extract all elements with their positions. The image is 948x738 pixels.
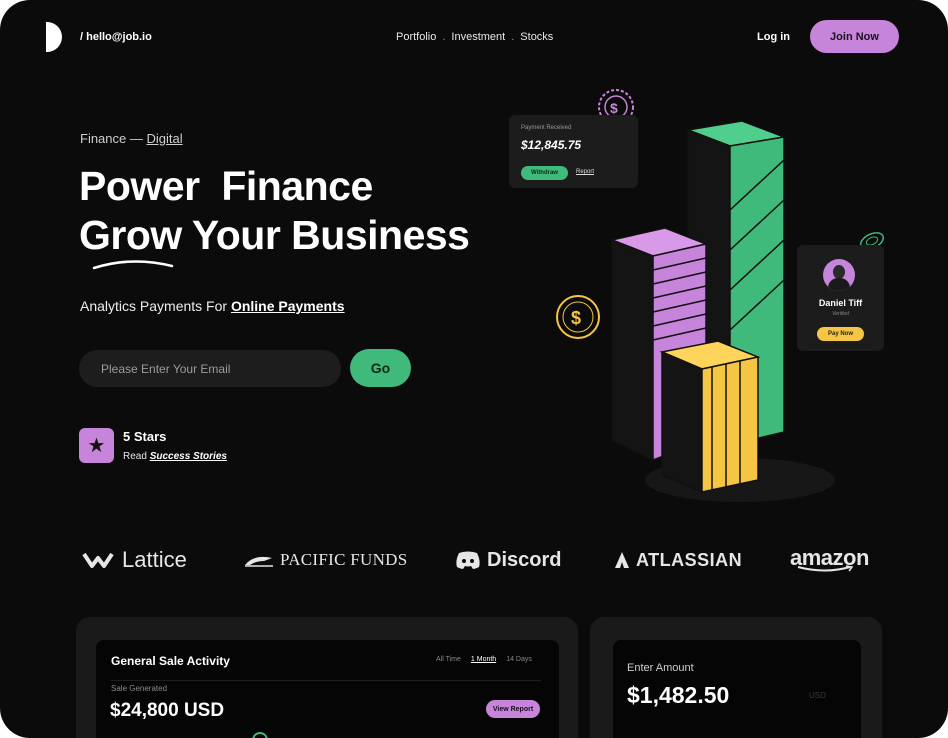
amount-value[interactable]: $1,482.50 [627, 682, 729, 709]
amazon-logo: amazon [790, 540, 869, 580]
pay-now-button[interactable]: Pay Now [817, 327, 864, 341]
sale-amount: $24,800 USD [110, 700, 225, 721]
currency-label: USD [809, 691, 826, 700]
pacific-funds-logo: PACIFIC FUNDS [244, 540, 408, 580]
avatar-body [828, 278, 850, 291]
atlassian-logo: ATLASSIAN [614, 540, 742, 580]
profile-card: Daniel Tiff Verified Pay Now [797, 245, 884, 351]
divider [111, 680, 541, 681]
lattice-logo-text: Lattice [122, 547, 187, 572]
discord-mark-icon [456, 551, 480, 569]
avatar [823, 259, 855, 291]
amazon-smile-icon [797, 564, 854, 571]
svg-text:$: $ [571, 308, 581, 328]
enter-amount-label: Enter Amount [627, 662, 694, 674]
partner-logos: Lattice PACIFIC FUNDS Discord ATLASSIAN [0, 540, 948, 580]
payment-received-card: Payment Received $12,845.75 Withdraw Rep… [509, 115, 638, 188]
filter-1-month[interactable]: 1 Month [471, 656, 496, 663]
page-frame: / hello@job.io Portfolio . Investment . … [0, 0, 948, 738]
sales-title: General Sale Activity [111, 654, 230, 668]
avatar-head [833, 265, 845, 279]
filter-all-time[interactable]: All Time [436, 656, 461, 663]
sale-generated-label: Sale Generated [111, 684, 168, 693]
profile-status: Verified [832, 311, 849, 317]
report-link[interactable]: Report [576, 169, 594, 175]
discord-logo-text: Discord [487, 548, 562, 571]
payment-label: Payment Received [521, 125, 572, 131]
svg-text:$: $ [610, 100, 618, 116]
filter-14-days[interactable]: 14 Days [506, 656, 532, 663]
pacific-funds-mark-icon [245, 556, 273, 567]
payment-amount: $12,845.75 [521, 138, 582, 152]
lattice-logo: Lattice [82, 540, 187, 580]
discord-logo: Discord [455, 540, 561, 580]
profile-name: Daniel Tiff [818, 298, 863, 308]
atlassian-logo-text: ATLASSIAN [636, 549, 743, 570]
atlassian-mark-icon [615, 552, 629, 568]
pacific-funds-logo-text: PACIFIC FUNDS [280, 550, 408, 569]
view-report-button[interactable]: View Report [486, 700, 540, 718]
sales-filters: All Time 1 Month 14 Days [436, 656, 532, 663]
lattice-mark-icon [82, 552, 114, 568]
withdraw-button[interactable]: Withdraw [521, 166, 568, 180]
